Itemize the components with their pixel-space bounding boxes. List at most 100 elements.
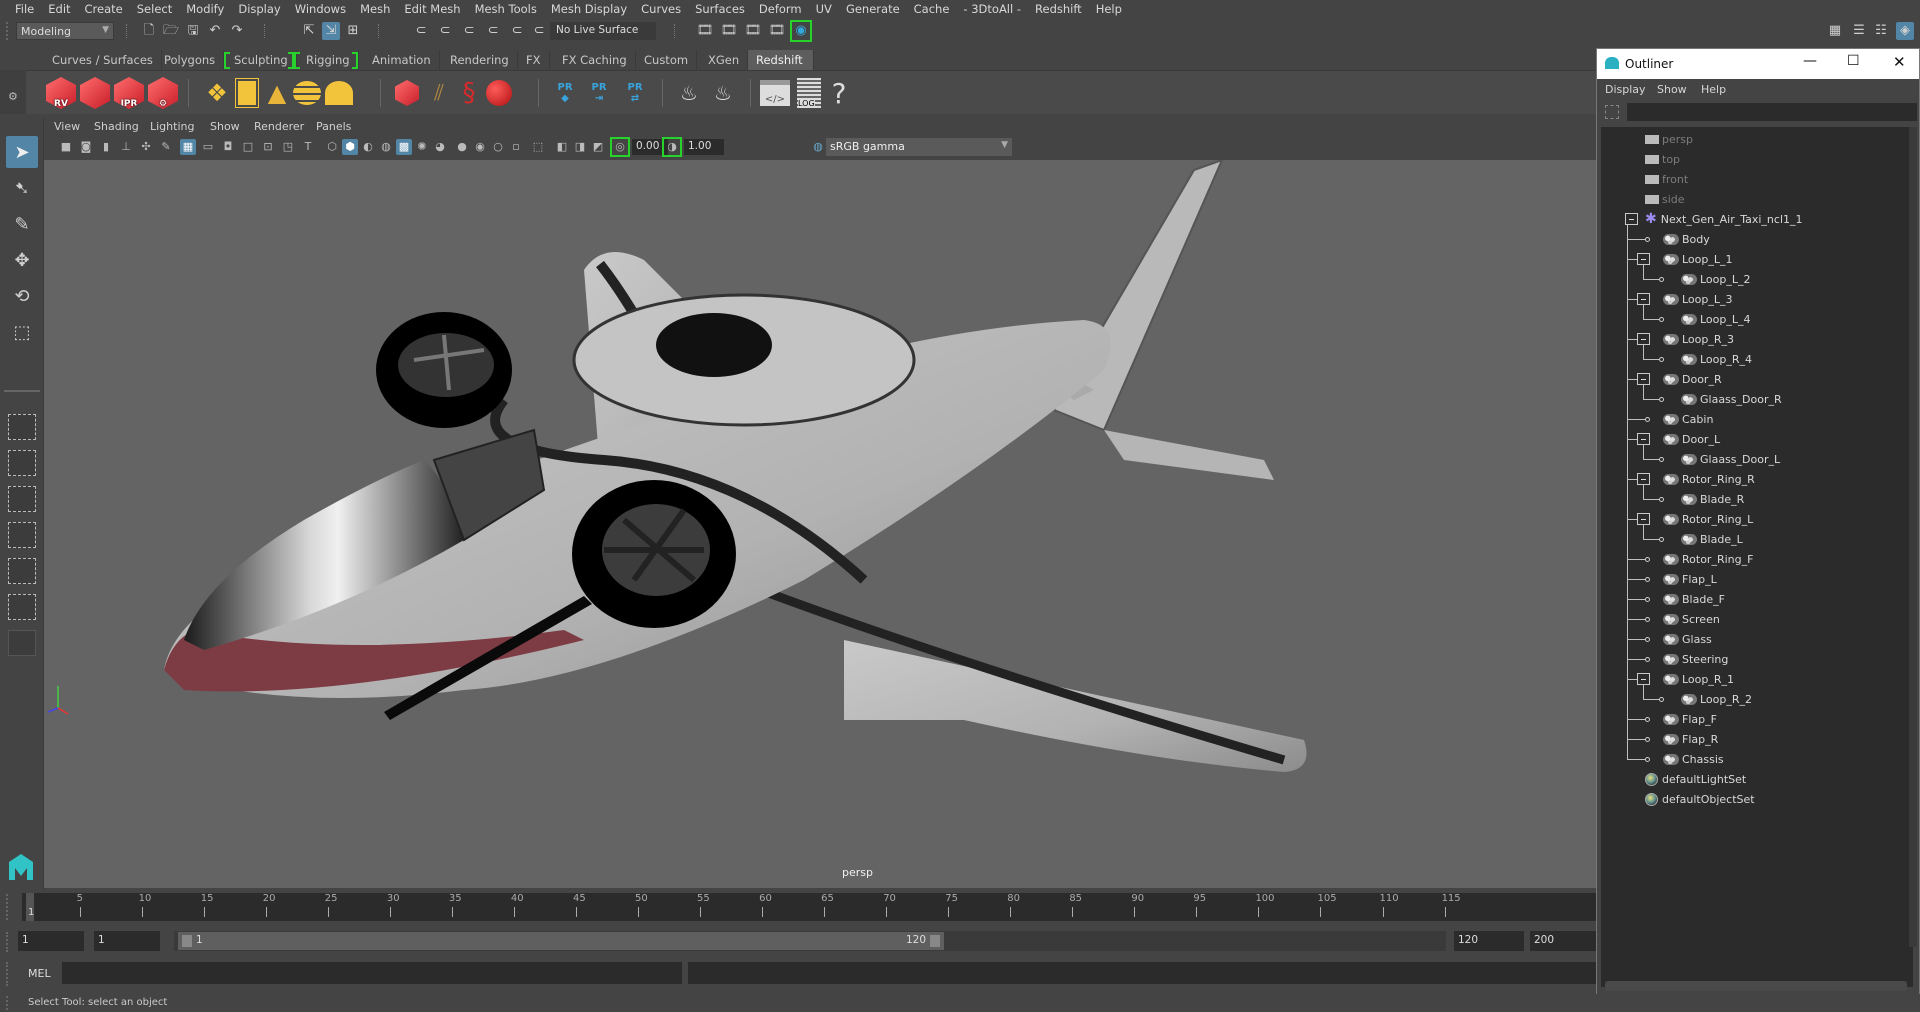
rs-light-portal-button[interactable] bbox=[230, 75, 264, 111]
shelf-tab-animation[interactable]: Animation bbox=[364, 50, 440, 70]
redo-icon[interactable]: ↷ bbox=[228, 22, 246, 40]
menu-surfaces[interactable]: Surfaces bbox=[688, 2, 752, 16]
move-tool[interactable]: ✥ bbox=[6, 244, 38, 276]
menu-create[interactable]: Create bbox=[78, 2, 130, 16]
gamma-toggle-icon[interactable]: ◑ bbox=[662, 137, 682, 157]
exposure-toggle-icon[interactable]: ◎ bbox=[610, 137, 630, 157]
rs-sun-sky-button[interactable] bbox=[322, 75, 356, 111]
collapse-toggle[interactable] bbox=[1637, 373, 1650, 385]
mel-command-input[interactable] bbox=[62, 962, 682, 984]
snap-point-icon[interactable]: ⊂ bbox=[460, 22, 478, 40]
outliner-item[interactable]: Flap_R bbox=[1663, 729, 1718, 749]
field-chart-icon[interactable]: ⊡ bbox=[260, 139, 276, 155]
undo-icon[interactable]: ↶ bbox=[206, 22, 224, 40]
persp-graph-layout-button[interactable] bbox=[8, 522, 36, 548]
shelf-tab-custom[interactable]: Custom bbox=[636, 50, 698, 70]
menu-edit-mesh[interactable]: Edit Mesh bbox=[397, 2, 467, 16]
outliner-item[interactable]: Loop_L_2 bbox=[1681, 269, 1751, 289]
bookmarks-icon[interactable]: ▮ bbox=[98, 139, 114, 155]
script-editor-button[interactable]: </> bbox=[758, 75, 792, 111]
outliner-set-item[interactable]: defaultLightSet bbox=[1645, 769, 1746, 789]
shelf-tab-xgen[interactable]: XGen bbox=[700, 50, 749, 70]
hypershade-persp-layout-button[interactable] bbox=[8, 558, 36, 584]
rs-dome-light-button[interactable] bbox=[290, 75, 324, 111]
panel-menu-renderer[interactable]: Renderer bbox=[254, 120, 304, 133]
playback-start-field[interactable]: 1 bbox=[94, 931, 160, 951]
outliner-item[interactable]: Loop_R_2 bbox=[1681, 689, 1752, 709]
more-layouts-button[interactable] bbox=[8, 630, 36, 656]
menu-3dtoall[interactable]: - 3DtoAll - bbox=[956, 2, 1028, 16]
collapse-toggle[interactable] bbox=[1637, 333, 1650, 345]
collapse-toggle[interactable] bbox=[1637, 433, 1650, 445]
mel-label[interactable]: MEL bbox=[28, 967, 51, 980]
backface-culling-icon[interactable]: ◩ bbox=[590, 139, 606, 155]
range-bar[interactable]: 1 120 bbox=[174, 931, 1446, 951]
playback-end-field[interactable]: 120 bbox=[1454, 931, 1524, 951]
outliner-item[interactable]: Door_L bbox=[1663, 429, 1720, 449]
motion-blur-icon[interactable]: ◉ bbox=[472, 139, 488, 155]
menu-select[interactable]: Select bbox=[130, 2, 179, 16]
outliner-camera-item[interactable]: persp bbox=[1645, 129, 1693, 149]
pr-import-button[interactable]: PR ⇥ bbox=[582, 75, 616, 111]
textured-icon[interactable]: ▩ bbox=[396, 139, 412, 155]
lasso-tool[interactable]: ➷ bbox=[6, 172, 38, 204]
exposure-field[interactable]: 0.00 bbox=[632, 139, 668, 155]
panel-menu-show[interactable]: Show bbox=[210, 120, 240, 133]
redshift-renderview-button[interactable]: RV bbox=[44, 75, 78, 111]
open-scene-icon[interactable]: 🗁 bbox=[162, 22, 180, 40]
collapse-toggle[interactable] bbox=[1637, 513, 1650, 525]
tool-settings-icon[interactable]: ☷ bbox=[1872, 22, 1890, 40]
redshift-ipr-button[interactable]: IPR bbox=[112, 75, 146, 111]
outliner-item[interactable]: Glaass_Door_R bbox=[1681, 389, 1782, 409]
menu-help[interactable]: Help bbox=[1089, 2, 1129, 16]
outliner-item[interactable]: Door_R bbox=[1663, 369, 1722, 389]
isolate-select-icon[interactable]: ⬚ bbox=[530, 139, 546, 155]
image-plane-icon[interactable]: ⊥ bbox=[118, 139, 134, 155]
shelf-tab-fx-caching[interactable]: FX Caching bbox=[554, 50, 636, 70]
color-management-dropdown[interactable]: sRGB gamma ▼ bbox=[826, 138, 1012, 156]
collapse-toggle[interactable] bbox=[1637, 253, 1650, 265]
menu-generate[interactable]: Generate bbox=[839, 2, 907, 16]
filter-icon[interactable] bbox=[1605, 105, 1619, 119]
outliner-item[interactable]: Flap_L bbox=[1663, 569, 1717, 589]
outliner-item[interactable]: Screen bbox=[1663, 609, 1720, 629]
outliner-item[interactable]: Rotor_Ring_R bbox=[1663, 469, 1755, 489]
outliner-item[interactable]: Body bbox=[1663, 229, 1710, 249]
outliner-item[interactable]: Flap_F bbox=[1663, 709, 1717, 729]
render-sequence-icon[interactable]: 🎞 bbox=[720, 22, 738, 40]
2d-pan-zoom-icon[interactable]: ✣ bbox=[138, 139, 154, 155]
outliner-menu-display[interactable]: Display bbox=[1605, 83, 1646, 96]
four-view-layout-button[interactable] bbox=[8, 450, 36, 476]
outliner-item[interactable]: Loop_L_3 bbox=[1663, 289, 1733, 309]
outliner-item[interactable]: Rotor_Ring_F bbox=[1663, 549, 1753, 569]
menu-mesh-display[interactable]: Mesh Display bbox=[544, 2, 634, 16]
outliner-set-item[interactable]: defaultObjectSet bbox=[1645, 789, 1755, 809]
material-bowl-2-button[interactable]: ♨ bbox=[706, 75, 740, 111]
shelf-tab-curves-surfaces[interactable]: Curves / Surfaces bbox=[44, 50, 162, 70]
menu-cache[interactable]: Cache bbox=[907, 2, 957, 16]
paint-select-tool[interactable]: ✎ bbox=[6, 208, 38, 240]
modeling-toolkit-icon[interactable]: ▦ bbox=[1826, 22, 1844, 40]
rs-hair-button[interactable]: ⫽ bbox=[422, 75, 456, 111]
range-start-handle[interactable] bbox=[182, 935, 192, 947]
redshift-batch-button[interactable] bbox=[78, 75, 112, 111]
animation-end-field[interactable]: 200 bbox=[1530, 931, 1596, 951]
shelf-settings-gear-icon[interactable]: ⚙ bbox=[8, 90, 18, 103]
render-current-frame-icon[interactable]: 🎞 bbox=[696, 22, 714, 40]
outliner-root-group[interactable]: ✱ Next_Gen_Air_Taxi_ncl1_1 bbox=[1645, 209, 1803, 229]
wireframe-icon[interactable]: ⬡ bbox=[324, 139, 340, 155]
time-slider-grip[interactable] bbox=[6, 894, 12, 920]
outliner-item[interactable]: Blade_F bbox=[1663, 589, 1725, 609]
perspective-viewport[interactable]: persp bbox=[44, 160, 1596, 888]
color-management-icon[interactable]: ◍ bbox=[810, 139, 826, 155]
wireframe-on-shaded-icon[interactable]: ◐ bbox=[360, 139, 376, 155]
menu-uv[interactable]: UV bbox=[809, 2, 839, 16]
menu-mesh-tools[interactable]: Mesh Tools bbox=[468, 2, 544, 16]
outliner-camera-item[interactable]: side bbox=[1645, 189, 1685, 209]
menu-set-dropdown[interactable]: Modeling ▼ bbox=[16, 22, 114, 40]
time-ruler[interactable]: 1 5 10 15 20 25 30 35 40 45 50 55 60 65 70 75 80 85 90 95 1… bbox=[22, 893, 1596, 921]
horizontal-scrollbar[interactable] bbox=[1605, 981, 1907, 991]
outliner-menu-help[interactable]: Help bbox=[1701, 83, 1726, 96]
hypershade-icon[interactable]: ◉ bbox=[790, 20, 812, 42]
menu-file[interactable]: File bbox=[8, 2, 41, 16]
